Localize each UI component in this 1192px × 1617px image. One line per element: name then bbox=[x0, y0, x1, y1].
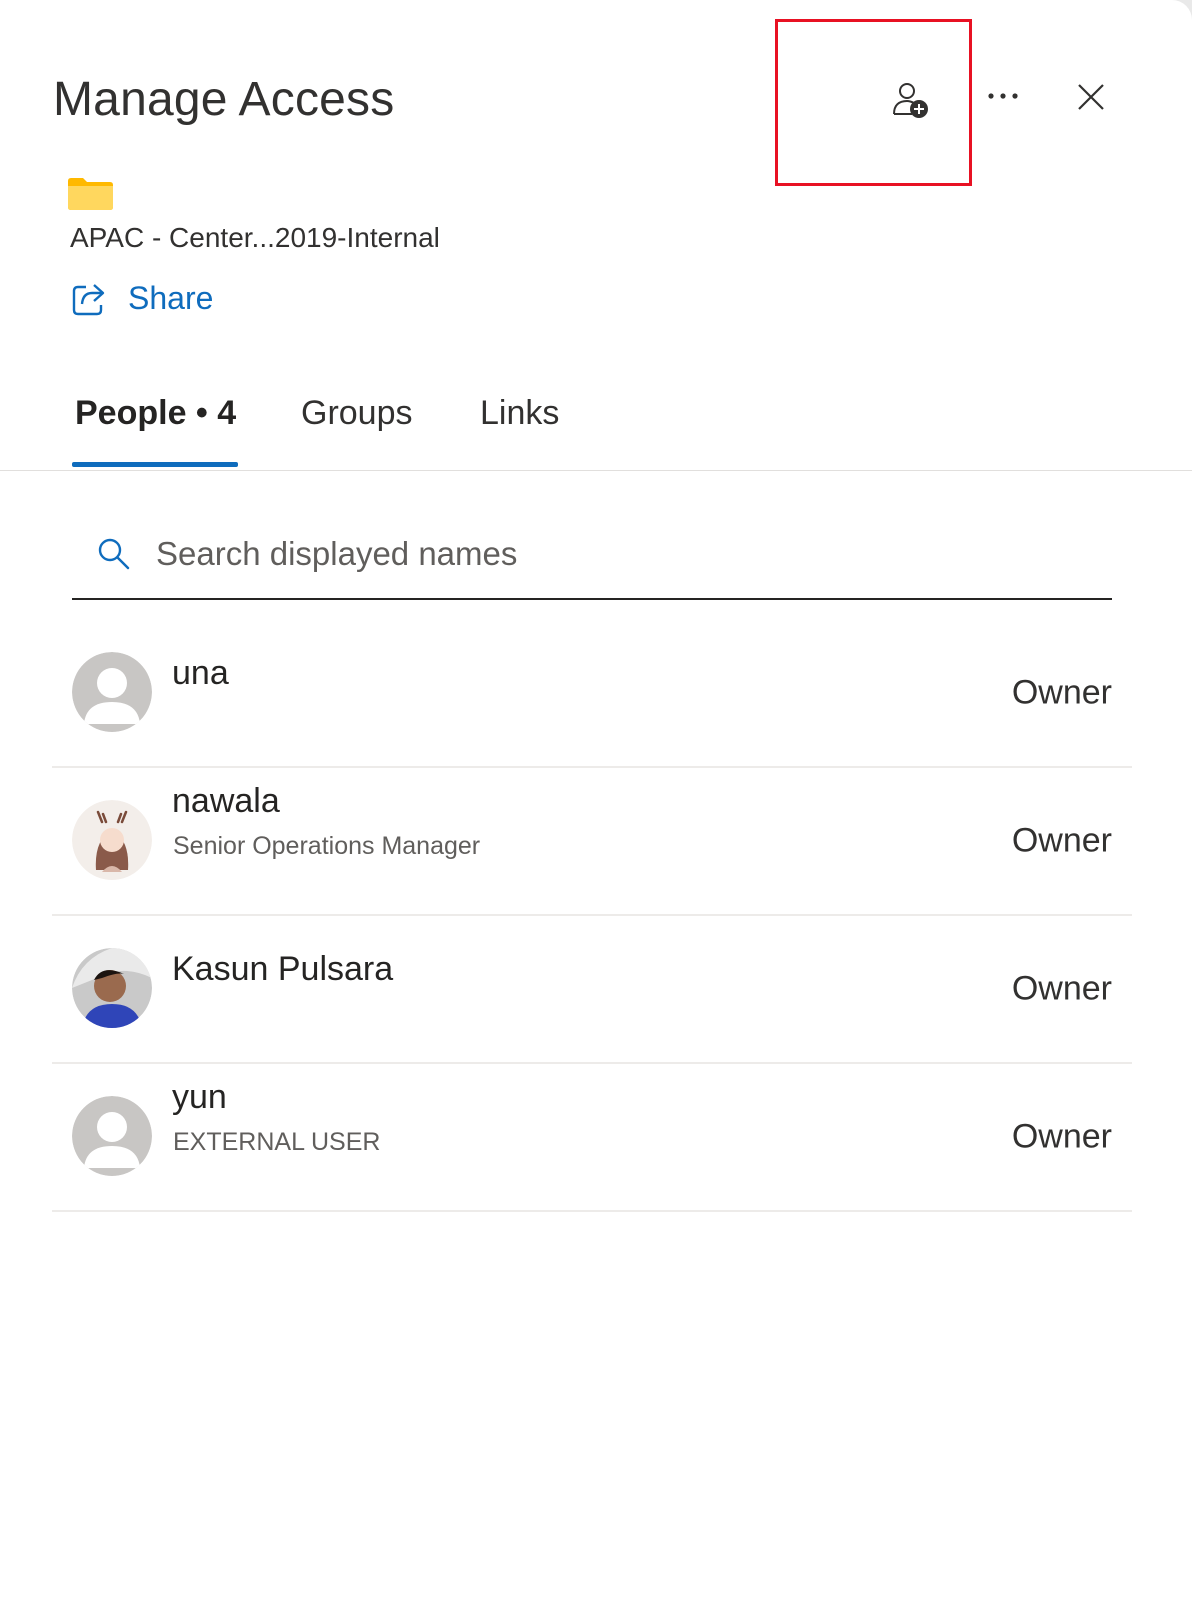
share-icon bbox=[72, 283, 105, 315]
person-name: nawala bbox=[172, 782, 280, 820]
avatar bbox=[72, 1096, 152, 1176]
folder-icon bbox=[68, 178, 113, 210]
tab-bar: People • 4 Groups Links bbox=[0, 386, 1192, 471]
person-subtitle: Senior Operations Manager bbox=[173, 832, 481, 860]
avatar bbox=[72, 800, 152, 880]
file-name: APAC - Center...2019-Internal bbox=[70, 222, 440, 253]
photo-avatar-icon bbox=[72, 948, 152, 1028]
person-role[interactable]: Owner bbox=[1012, 1118, 1112, 1157]
default-avatar-icon bbox=[72, 1096, 152, 1176]
search-icon bbox=[98, 538, 130, 570]
person-row[interactable]: una Owner bbox=[52, 620, 1132, 768]
manage-access-panel: Manage Access APAC - Center...2019-Inter… bbox=[0, 0, 1192, 1617]
tab-people[interactable]: People • 4 bbox=[75, 394, 236, 433]
person-role[interactable]: Owner bbox=[1012, 822, 1112, 861]
person-role[interactable]: Owner bbox=[1012, 970, 1112, 1009]
close-icon bbox=[1078, 84, 1104, 110]
more-options-button[interactable] bbox=[978, 76, 1028, 116]
person-name: una bbox=[172, 654, 229, 692]
add-person-button[interactable] bbox=[886, 76, 936, 126]
person-add-icon bbox=[893, 83, 928, 118]
person-name: yun bbox=[172, 1078, 227, 1116]
highlight-box bbox=[775, 19, 972, 186]
person-role[interactable]: Owner bbox=[1012, 674, 1112, 713]
search-input[interactable] bbox=[154, 534, 1058, 574]
person-row[interactable]: yun EXTERNAL USER Owner bbox=[52, 1064, 1132, 1212]
more-horizontal-icon bbox=[988, 93, 1018, 99]
person-row[interactable]: Kasun Pulsara Owner bbox=[52, 916, 1132, 1064]
page-title: Manage Access bbox=[53, 73, 395, 126]
search-icon-wrap bbox=[94, 537, 134, 571]
tab-links[interactable]: Links bbox=[480, 394, 559, 433]
people-list: una Owner nawala Senior Operations Manag… bbox=[52, 620, 1132, 1212]
avatar bbox=[72, 948, 152, 1028]
photo-avatar-icon bbox=[72, 800, 152, 880]
share-label: Share bbox=[128, 280, 214, 316]
person-subtitle: EXTERNAL USER bbox=[173, 1128, 381, 1156]
default-avatar-icon bbox=[72, 652, 152, 732]
close-button[interactable] bbox=[1066, 72, 1116, 122]
avatar bbox=[72, 652, 152, 732]
tab-groups[interactable]: Groups bbox=[301, 394, 413, 433]
person-name: Kasun Pulsara bbox=[172, 950, 394, 988]
search-box bbox=[72, 510, 1112, 600]
share-link[interactable]: Share bbox=[72, 280, 213, 317]
person-row[interactable]: nawala Senior Operations Manager Owner bbox=[52, 768, 1132, 916]
active-tab-indicator bbox=[72, 462, 238, 467]
